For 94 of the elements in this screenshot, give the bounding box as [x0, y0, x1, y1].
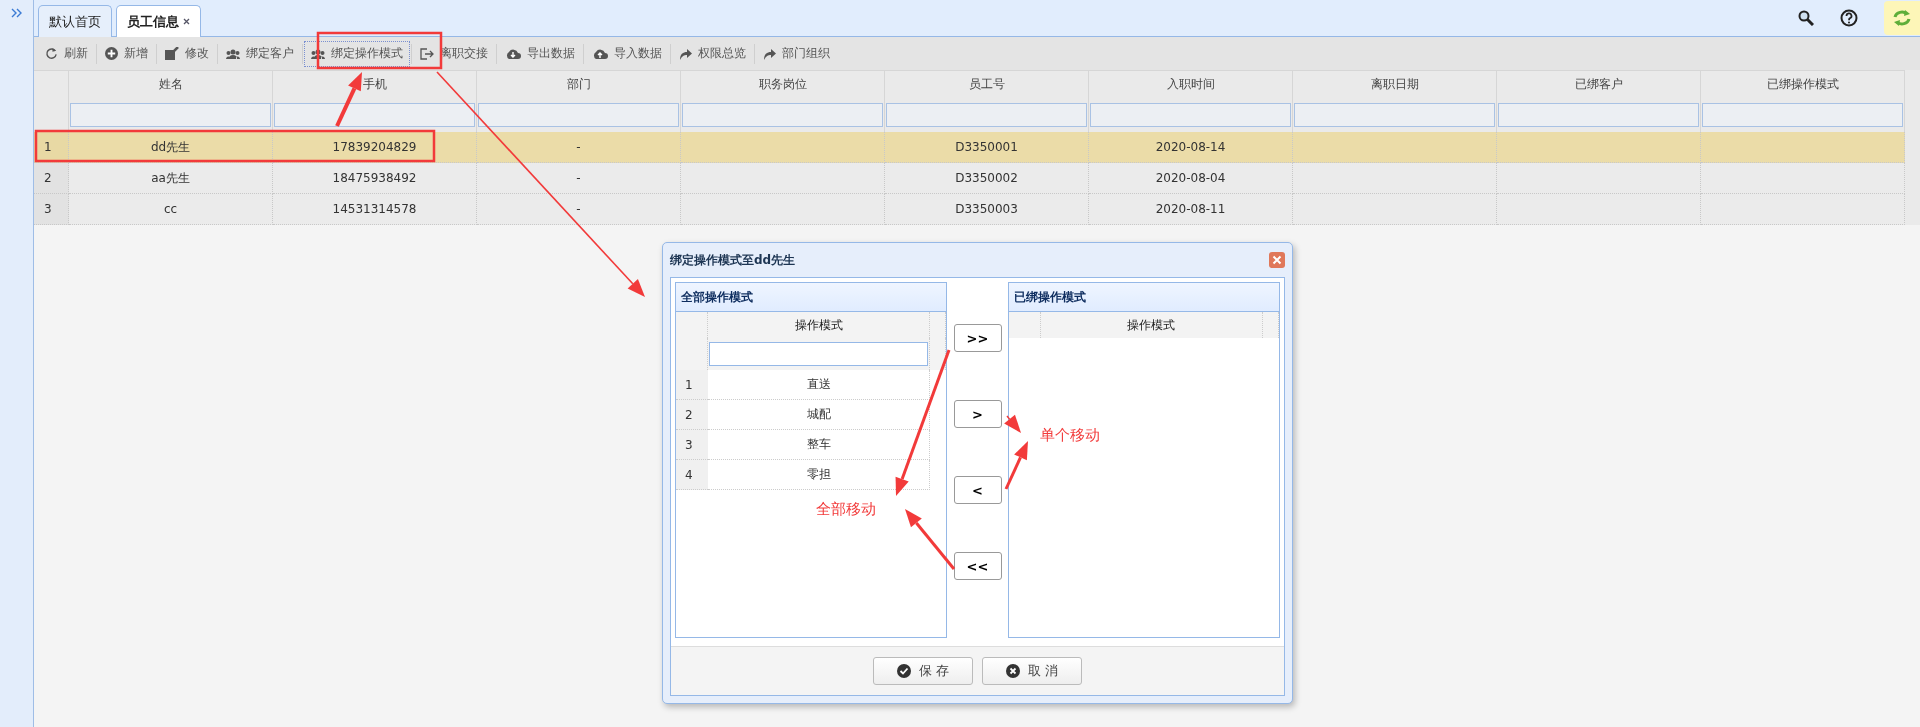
toolbar-button[interactable]: 权限总览	[672, 40, 753, 67]
filter-field[interactable]	[1498, 103, 1699, 127]
header-corner	[930, 312, 947, 338]
row-number: 2	[34, 163, 69, 194]
list-item[interactable]: 直送	[708, 370, 931, 400]
users-icon	[311, 48, 325, 59]
sync-arrows-icon	[1892, 9, 1912, 27]
cloud-download-icon	[505, 47, 521, 60]
transfer-button[interactable]: >>	[953, 324, 1002, 352]
annotation-text: 全部移动	[816, 500, 876, 519]
toolbar-button[interactable]: 导入数据	[585, 40, 669, 67]
table-cell: 2020-08-04	[1089, 163, 1293, 194]
table-cell: 14531314578	[273, 194, 477, 225]
cancel-button[interactable]: 取 消	[982, 657, 1082, 685]
row-number: 3	[34, 194, 69, 225]
table-cell: -	[477, 163, 681, 194]
cloud-upload-icon	[592, 47, 608, 60]
reload-button[interactable]	[1884, 1, 1920, 35]
table-cell: 18475938492	[273, 163, 477, 194]
toolbar-button[interactable]: 修改	[158, 40, 216, 67]
column-header[interactable]: 离职日期	[1293, 70, 1497, 98]
column-header[interactable]: 职务岗位	[681, 70, 885, 98]
transfer-button[interactable]: <	[953, 476, 1002, 504]
table-cell: cc	[69, 194, 273, 225]
header-corner	[34, 70, 69, 98]
table-cell: 2020-08-11	[1089, 194, 1293, 225]
row-number: 1	[676, 370, 708, 400]
filter-field[interactable]	[274, 103, 475, 127]
table-cell: -	[477, 194, 681, 225]
filter-field[interactable]	[478, 103, 679, 127]
dialog-title: 绑定操作模式至dd先生	[670, 251, 796, 269]
save-button[interactable]: 保 存	[873, 657, 973, 685]
annotation-arrow	[335, 72, 362, 127]
close-icon[interactable]	[1269, 252, 1285, 268]
filter-field[interactable]	[1702, 103, 1903, 127]
help-icon[interactable]	[1840, 9, 1858, 27]
header-corner	[1008, 312, 1041, 338]
expand-chevrons-icon[interactable]	[10, 8, 23, 18]
share-arrow-icon	[679, 47, 692, 60]
list-item[interactable]: 整车	[708, 430, 931, 460]
table-cell: -	[477, 132, 681, 163]
toolbar-button[interactable]: 刷新	[38, 40, 95, 67]
users-icon	[226, 48, 240, 59]
tab[interactable]: 默认首页	[38, 5, 112, 37]
column-header[interactable]: 操作模式	[708, 312, 931, 338]
toolbar-button[interactable]: 部门组织	[756, 40, 837, 67]
close-circle-icon	[1005, 664, 1020, 678]
tab[interactable]: 员工信息	[116, 5, 201, 37]
close-icon[interactable]	[183, 18, 190, 25]
column-header[interactable]: 操作模式	[1040, 312, 1263, 338]
table-cell: 17839204829	[273, 132, 477, 163]
search-icon[interactable]	[1798, 10, 1814, 26]
row-number: 2	[676, 400, 708, 430]
toolbar-button[interactable]: 绑定操作模式	[304, 40, 410, 67]
table-cell: 2020-08-14	[1089, 132, 1293, 163]
check-circle-icon	[896, 664, 911, 678]
edit-icon	[165, 47, 179, 60]
filter-field[interactable]	[70, 103, 271, 127]
annotation-arrow	[1004, 414, 1021, 433]
panel-title: 全部操作模式	[676, 283, 947, 312]
row-number: 3	[676, 430, 708, 460]
column-header[interactable]: 已绑客户	[1497, 70, 1701, 98]
table-cell: D3350001	[885, 132, 1089, 163]
header-corner	[1263, 312, 1279, 338]
transfer-button[interactable]: >	[953, 400, 1002, 428]
share-arrow-icon	[763, 47, 776, 60]
list-item[interactable]: 城配	[708, 400, 931, 430]
toolbar-button[interactable]: 绑定客户	[219, 40, 301, 67]
row-number: 4	[676, 460, 708, 490]
column-header[interactable]: 部门	[477, 70, 681, 98]
table-cell: D3350003	[885, 194, 1089, 225]
filter-field[interactable]	[709, 342, 929, 366]
filter-field[interactable]	[886, 103, 1087, 127]
annotation-arrow	[905, 509, 956, 570]
table-cell: D3350002	[885, 163, 1089, 194]
toolbar-button[interactable]: 导出数据	[498, 40, 582, 67]
column-header[interactable]: 入职时间	[1089, 70, 1293, 98]
panel-title: 已绑操作模式	[1008, 283, 1279, 312]
transfer-button[interactable]: <<	[953, 552, 1002, 580]
column-header[interactable]: 姓名	[69, 70, 273, 98]
annotation-arrow	[1004, 441, 1028, 490]
toolbar-button[interactable]: 新增	[98, 40, 155, 67]
filter-field[interactable]	[1294, 103, 1495, 127]
table-cell: dd先生	[69, 132, 273, 163]
header-corner	[676, 312, 708, 338]
annotation-text: 单个移动	[1040, 426, 1100, 445]
column-header[interactable]: 员工号	[885, 70, 1089, 98]
table-cell: aa先生	[69, 163, 273, 194]
refresh-icon	[45, 47, 58, 60]
filter-field[interactable]	[1090, 103, 1291, 127]
filter-field[interactable]	[682, 103, 883, 127]
exit-icon	[420, 47, 434, 60]
column-header[interactable]: 已绑操作模式	[1701, 70, 1905, 98]
plus-circle-icon	[105, 47, 118, 60]
